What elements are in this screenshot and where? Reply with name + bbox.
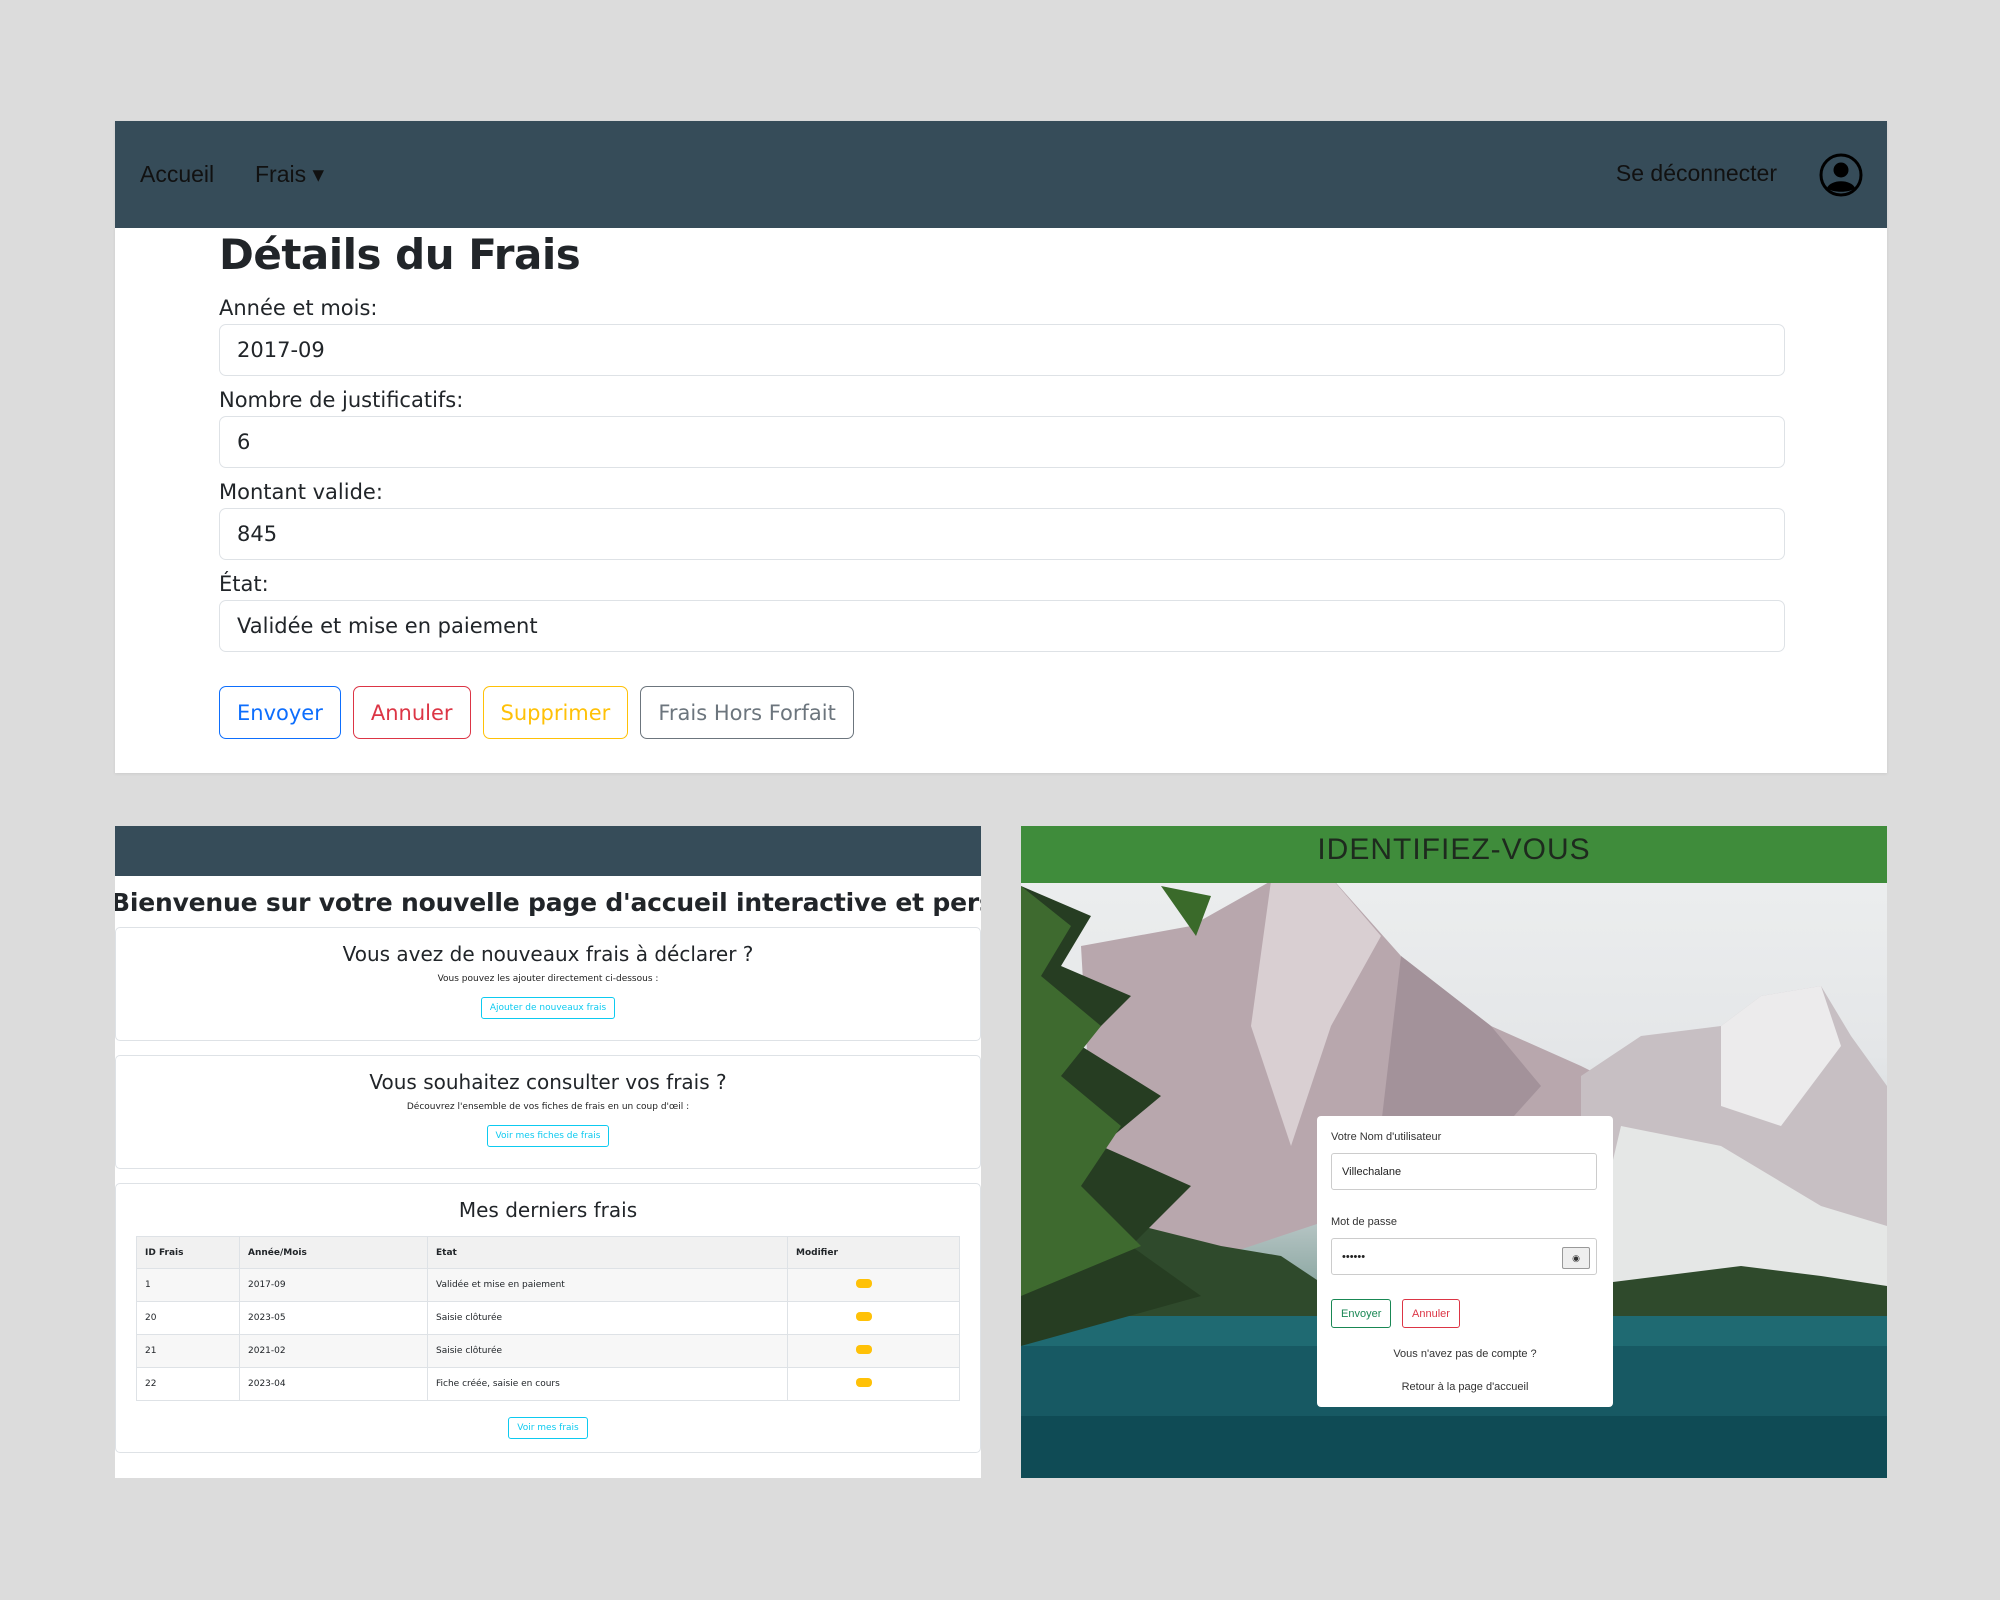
edit-button[interactable] [856, 1345, 872, 1354]
cell-edit [787, 1301, 960, 1335]
logout-link[interactable]: Se déconnecter [1616, 160, 1777, 187]
eye-icon[interactable]: ◉ [1562, 1247, 1590, 1269]
cell-state: Fiche créée, saisie en cours [427, 1367, 788, 1401]
login-title: IDENTIFIEZ-VOUS [1317, 833, 1591, 866]
edit-button[interactable] [856, 1312, 872, 1321]
cell-edit [787, 1367, 960, 1401]
details-form: Détails du Frais Année et mois: 2017-09 … [219, 228, 1785, 740]
cell-state: Validée et mise en paiement [427, 1268, 788, 1302]
cell-month: 2021-02 [239, 1334, 428, 1368]
login-send-button[interactable]: Envoyer [1331, 1299, 1392, 1328]
new-expenses-card: Vous avez de nouveaux frais à déclarer ?… [115, 927, 981, 1041]
card-subtitle: Découvrez l'ensemble de vos fiches de fr… [406, 1102, 690, 1112]
amount-field[interactable]: 845 [219, 508, 1785, 561]
username-field[interactable]: Villechalane [1331, 1153, 1597, 1190]
welcome-heading: Bienvenue sur votre nouvelle page d'accu… [115, 888, 981, 917]
field-label-state: État: [219, 572, 269, 597]
cell-id: 22 [136, 1367, 240, 1401]
cancel-button[interactable]: Annuler [352, 686, 471, 740]
last-expenses-card: Mes derniers frais ID Frais Année/Mois E… [115, 1183, 981, 1453]
login-banner: IDENTIFIEZ-VOUS [1021, 826, 1887, 883]
expense-details-panel: Accueil Frais ▾ Se déconnecter Détails d… [115, 121, 1887, 773]
cell-month: 2017-09 [239, 1268, 428, 1302]
nav-frais-dropdown[interactable]: Frais ▾ [255, 161, 324, 188]
cell-id: 21 [136, 1334, 240, 1368]
field-label-amount: Montant valide: [219, 480, 383, 505]
page-title: Détails du Frais [219, 230, 581, 279]
consult-expenses-card: Vous souhaitez consulter vos frais ? Déc… [115, 1055, 981, 1169]
column-header: Année/Mois [239, 1236, 428, 1269]
top-navbar: Accueil Frais ▾ Se déconnecter [115, 121, 1887, 228]
cell-state: Saisie clôturée [427, 1334, 788, 1368]
table-row: 22 2023-04 Fiche créée, saisie en cours [136, 1367, 960, 1401]
cell-month: 2023-05 [239, 1301, 428, 1335]
month-field[interactable]: 2017-09 [219, 324, 1785, 377]
card-subtitle: Vous pouvez les ajouter directement ci-d… [437, 974, 659, 984]
view-expense-sheets-button[interactable]: Voir mes fiches de frais [486, 1125, 610, 1147]
card-title: Vous souhaitez consulter vos frais ? [369, 1070, 727, 1094]
send-button[interactable]: Envoyer [219, 686, 341, 740]
home-panel: Bienvenue sur votre nouvelle page d'accu… [115, 826, 981, 1478]
cell-month: 2023-04 [239, 1367, 428, 1401]
login-form: Votre Nom d'utilisateur Villechalane Mot… [1317, 1116, 1613, 1407]
column-header: Etat [427, 1236, 788, 1269]
signup-link[interactable]: Vous n'avez pas de compte ? [1317, 1348, 1613, 1360]
back-home-link[interactable]: Retour à la page d'accueil [1317, 1381, 1613, 1393]
password-field[interactable]: •••••• ◉ [1331, 1238, 1597, 1275]
last-expenses-table: ID Frais Année/Mois Etat Modifier 1 2017… [136, 1236, 960, 1401]
login-cancel-button[interactable]: Annuler [1402, 1299, 1460, 1328]
justificatifs-field[interactable]: 6 [219, 416, 1785, 469]
nav-home-link[interactable]: Accueil [140, 161, 214, 188]
action-buttons: Envoyer Annuler Supprimer Frais Hors For… [219, 686, 1785, 740]
login-panel: IDENTIFIEZ-VOUS Votre Nom d'utilisateur … [1021, 826, 1887, 1478]
table-row: 21 2021-02 Saisie clôturée [136, 1334, 960, 1368]
field-label-justificatifs: Nombre de justificatifs: [219, 388, 464, 413]
password-label: Mot de passe [1331, 1216, 1398, 1228]
home-navbar [115, 826, 981, 876]
cell-state: Saisie clôturée [427, 1301, 788, 1335]
card-title: Mes derniers frais [458, 1198, 638, 1222]
cell-edit [787, 1334, 960, 1368]
add-expenses-button[interactable]: Ajouter de nouveaux frais [480, 997, 616, 1019]
edit-button[interactable] [856, 1279, 872, 1288]
cell-id: 20 [136, 1301, 240, 1335]
delete-button[interactable]: Supprimer [482, 686, 629, 740]
table-row: 1 2017-09 Validée et mise en paiement [136, 1268, 960, 1302]
edit-button[interactable] [856, 1378, 872, 1387]
password-value: •••••• [1342, 1250, 1366, 1263]
column-header: ID Frais [136, 1236, 240, 1269]
username-label: Votre Nom d'utilisateur [1331, 1131, 1442, 1143]
state-field[interactable]: Validée et mise en paiement [219, 600, 1785, 653]
column-header: Modifier [787, 1236, 960, 1269]
view-my-expenses-button[interactable]: Voir mes frais [508, 1417, 588, 1439]
table-header-row: ID Frais Année/Mois Etat Modifier [136, 1236, 960, 1269]
hors-forfait-button[interactable]: Frais Hors Forfait [640, 686, 854, 740]
card-title: Vous avez de nouveaux frais à déclarer ? [342, 942, 754, 966]
cell-id: 1 [136, 1268, 240, 1302]
table-row: 20 2023-05 Saisie clôturée [136, 1301, 960, 1335]
cell-edit [787, 1268, 960, 1302]
user-avatar-icon[interactable] [1819, 153, 1863, 197]
field-label-month: Année et mois: [219, 296, 378, 321]
